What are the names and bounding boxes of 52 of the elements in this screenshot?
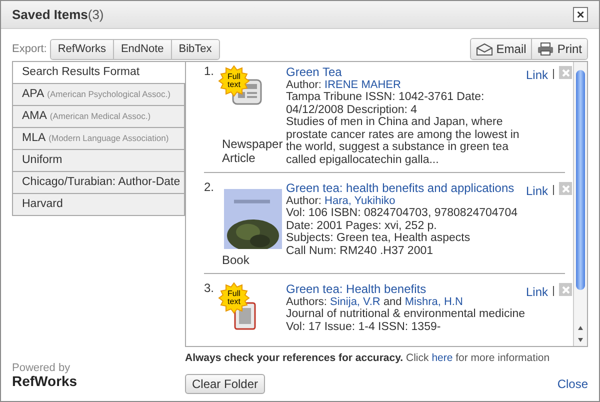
item-type: Book: [221, 253, 250, 267]
refworks-logo: RefWorks: [12, 374, 78, 389]
format-item[interactable]: Search Results Format: [12, 61, 185, 84]
export-button[interactable]: BibTex: [172, 40, 219, 59]
author-label: Authors:: [286, 296, 327, 308]
print-button[interactable]: Print: [532, 39, 587, 59]
author-link[interactable]: Hara, Yukihiko: [324, 195, 396, 207]
author-link[interactable]: Sinija, V.R: [330, 296, 380, 308]
result-number: 2.: [204, 181, 216, 196]
envelope-icon: [476, 42, 494, 56]
author-label: Author:: [286, 195, 322, 207]
window-title: Saved Items: [12, 6, 88, 24]
result-details: Tampa Tribune ISSN: 1042-3761 Date: 04/12/2008 Description: 4: [286, 91, 486, 116]
full-text-badge: Full text: [218, 65, 250, 97]
author-joiner: and: [382, 296, 403, 308]
link-link[interactable]: Link: [526, 66, 548, 84]
export-button[interactable]: RefWorks: [50, 40, 114, 59]
format-item[interactable]: APA (American Psychological Assoc.): [12, 83, 185, 106]
item-type: Newspaper Article: [221, 137, 284, 165]
author-link[interactable]: Mishra, H.N: [404, 296, 463, 308]
result-title[interactable]: Green tea: health benefits and applications: [286, 181, 526, 195]
format-item[interactable]: Uniform: [12, 149, 185, 172]
export-button[interactable]: EndNote: [114, 40, 172, 59]
email-button[interactable]: Email: [471, 39, 532, 59]
printer-icon: [537, 42, 554, 56]
full-text-badge: Full text: [218, 282, 250, 314]
link-link[interactable]: Link: [526, 283, 548, 301]
format-item[interactable]: AMA (American Medical Assoc.): [12, 105, 185, 128]
scrollbar[interactable]: [573, 62, 587, 346]
format-item[interactable]: MLA (Modern Language Association): [12, 127, 185, 150]
close-button[interactable]: ×: [573, 7, 588, 22]
result-number: 1.: [204, 65, 216, 80]
result-details: Subjects: Green tea, Health aspects: [286, 232, 472, 244]
result-number: 3.: [204, 282, 216, 297]
accuracy-notice: Always check your references for accuracy. Click here for more information: [185, 351, 551, 366]
result-details: Studies of men in China and Japan, where prostate cancer rates are among the lowest in the world, suggest a substance in green tea called epigallocatechin galla...: [286, 116, 520, 166]
author-label: Author:: [286, 79, 322, 91]
here-link[interactable]: here: [432, 352, 453, 364]
result-title[interactable]: Green Tea: [286, 65, 526, 79]
clear-folder-button[interactable]: Clear Folder: [185, 374, 266, 394]
result-details: Call Num: RM240 .H37 2001: [286, 244, 434, 257]
link-link[interactable]: Link: [526, 182, 548, 200]
item-count: (3): [88, 6, 104, 24]
result-title[interactable]: Green tea: Health benefits: [286, 282, 526, 296]
export-label: Export:: [12, 42, 47, 56]
result-details: Journal of nutritional & environmental medicine Vol: 17 Issue: 1-4 ISSN: 1359-: [286, 308, 526, 333]
format-item[interactable]: Chicago/Turabian: Author-Date: [12, 171, 185, 194]
result-details: Vol: 106 ISBN: 0824704703, 9780824704704 Date: 2001 Pages: xvi, 252 p.: [286, 207, 518, 232]
format-item[interactable]: Harvard: [12, 193, 185, 216]
powered-by-label: Powered by: [12, 363, 72, 374]
author-link[interactable]: IRENE MAHER: [324, 79, 401, 91]
close-link[interactable]: Close: [557, 374, 588, 393]
